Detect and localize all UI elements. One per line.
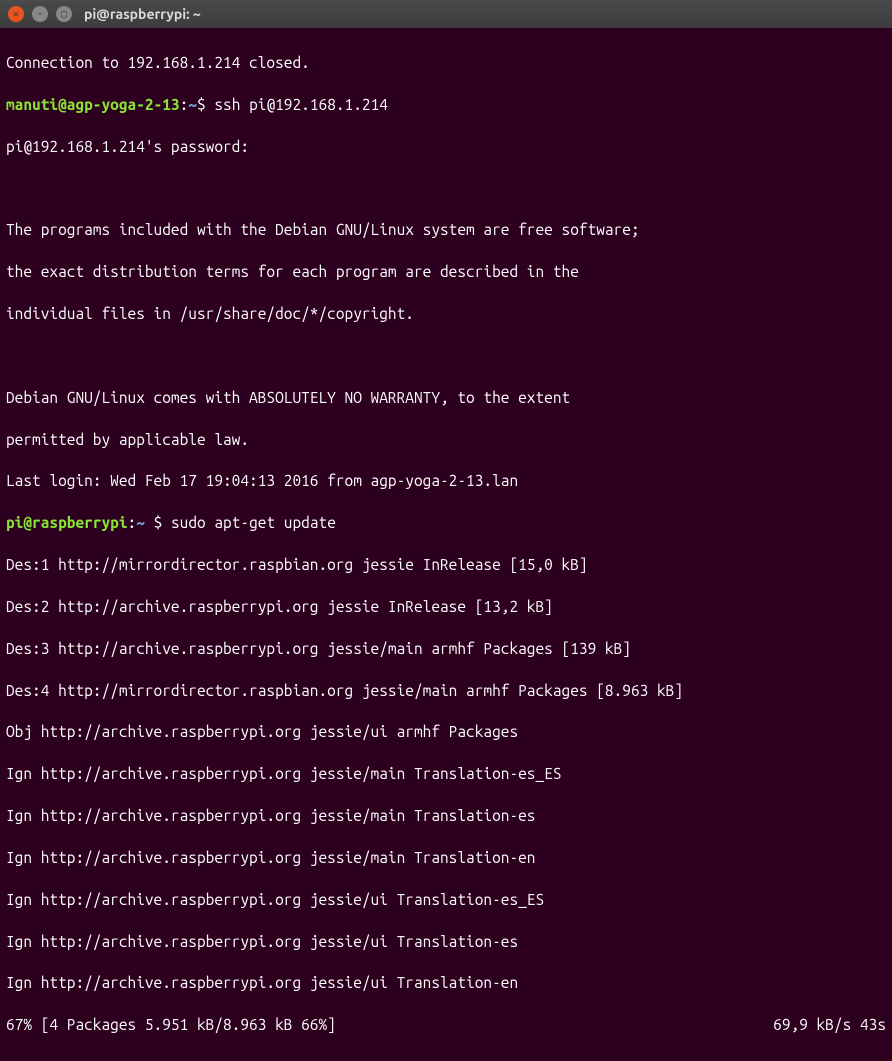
minimize-icon[interactable]: – [32,6,48,22]
terminal-output[interactable]: Connection to 192.168.1.214 closed. manu… [0,28,892,1061]
prompt-sep: : [180,96,189,113]
command-text: sudo apt-get update [171,514,336,531]
terminal-line: pi@raspberrypi:~ $ sudo apt-get update [6,513,886,534]
window-title: pi@raspberrypi: ~ [84,5,201,24]
terminal-line: Ign http://archive.raspberrypi.org jessi… [6,973,886,994]
terminal-line [6,346,886,367]
terminal-line [6,178,886,199]
prompt-dollar: $ [154,514,171,531]
close-icon[interactable]: ✕ [8,6,24,22]
progress-right: 69,9 kB/s 43s [773,1015,886,1036]
terminal-line: Connection to 192.168.1.214 closed. [6,53,886,74]
prompt-user: pi@raspberrypi [6,514,128,531]
window-titlebar: ✕ – ▢ pi@raspberrypi: ~ [0,0,892,28]
terminal-line: Ign http://archive.raspberrypi.org jessi… [6,806,886,827]
command-text: ssh pi@192.168.1.214 [214,96,388,113]
terminal-line: individual files in /usr/share/doc/*/cop… [6,304,886,325]
terminal-line: Ign http://archive.raspberrypi.org jessi… [6,932,886,953]
prompt-sep: : [128,514,137,531]
terminal-line: permitted by applicable law. [6,430,886,451]
terminal-line: The programs included with the Debian GN… [6,220,886,241]
terminal-line: Ign http://archive.raspberrypi.org jessi… [6,848,886,869]
prompt-dollar: $ [197,96,214,113]
maximize-icon[interactable]: ▢ [56,6,72,22]
terminal-line: manuti@agp-yoga-2-13:~$ ssh pi@192.168.1… [6,95,886,116]
terminal-line: the exact distribution terms for each pr… [6,262,886,283]
terminal-line: Des:4 http://mirrordirector.raspbian.org… [6,681,886,702]
terminal-line: Obj http://archive.raspberrypi.org jessi… [6,722,886,743]
terminal-line: Des:2 http://archive.raspberrypi.org jes… [6,597,886,618]
prompt-path: ~ [136,514,153,531]
prompt-path: ~ [188,96,197,113]
apt-progress-line: 67% [4 Packages 5.951 kB/8.963 kB 66%] 69… [6,1015,886,1036]
terminal-line: Des:3 http://archive.raspberrypi.org jes… [6,639,886,660]
progress-left: 67% [4 Packages 5.951 kB/8.963 kB 66%] [6,1015,336,1036]
terminal-line: Ign http://archive.raspberrypi.org jessi… [6,764,886,785]
terminal-line: Ign http://archive.raspberrypi.org jessi… [6,890,886,911]
prompt-user: manuti@agp-yoga-2-13 [6,96,180,113]
terminal-line: Debian GNU/Linux comes with ABSOLUTELY N… [6,388,886,409]
terminal-line: pi@192.168.1.214's password: [6,137,886,158]
terminal-line: Des:1 http://mirrordirector.raspbian.org… [6,555,886,576]
terminal-line: Last login: Wed Feb 17 19:04:13 2016 fro… [6,471,886,492]
